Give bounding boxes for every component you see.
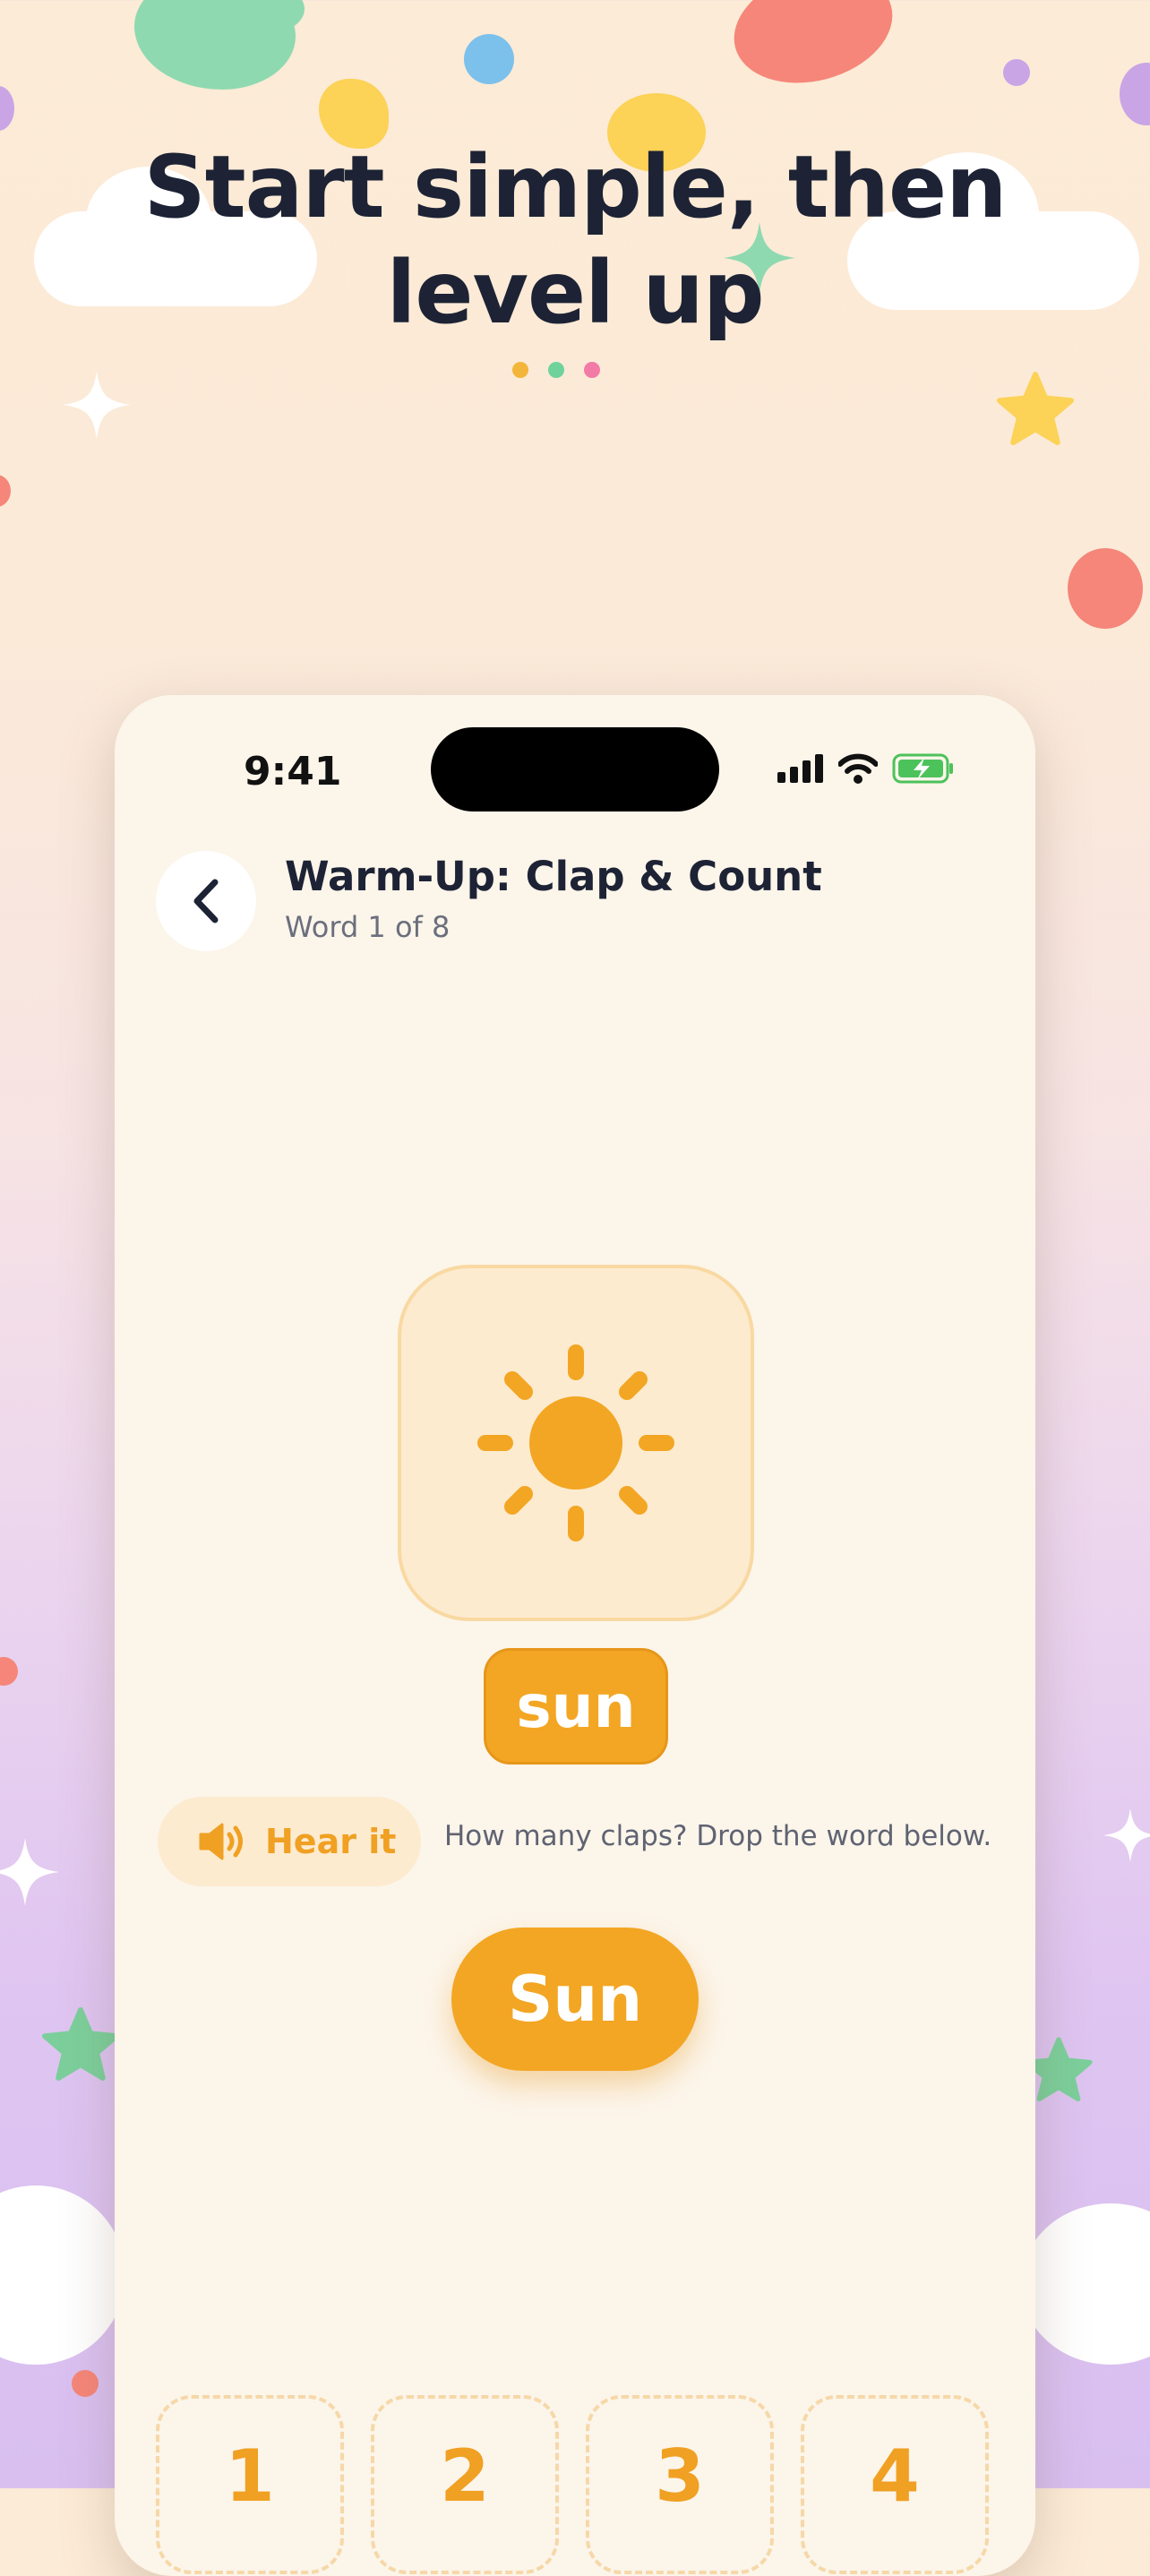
drop-slot-2[interactable]: 2	[371, 2395, 559, 2574]
decor-dot-red	[0, 475, 11, 507]
decor-blob-red	[721, 0, 905, 100]
hear-it-button[interactable]: Hear it	[158, 1797, 421, 1886]
star-yellow-icon	[997, 372, 1074, 445]
decor-blob-red	[1068, 548, 1143, 629]
chevron-left-icon	[193, 879, 219, 923]
decor-blob-purple	[1120, 63, 1150, 125]
instruction-text: How many claps? Drop the word below.	[444, 1820, 992, 1852]
decor-dot-red	[72, 2370, 99, 2397]
decor-dot-purple	[1003, 59, 1030, 86]
status-icons	[777, 752, 955, 785]
drop-slot-1[interactable]: 1	[156, 2395, 344, 2574]
star-green-icon	[42, 2007, 119, 2081]
hear-it-label: Hear it	[265, 1822, 397, 1861]
decor-dot-blue	[464, 34, 514, 84]
status-time: 9:41	[244, 749, 342, 794]
drop-slot-4[interactable]: 4	[801, 2395, 989, 2574]
phone-screen: 9:41 Warm-Up: Clap & Count Word 1 of 8 s…	[115, 695, 1035, 2576]
word-picture-card	[398, 1265, 754, 1621]
sun-icon	[477, 1344, 674, 1541]
page-headline: Start simple, then level up	[143, 137, 1008, 343]
dynamic-island	[431, 727, 719, 811]
lesson-progress: Word 1 of 8	[285, 910, 451, 944]
decor-cloud	[1021, 2203, 1150, 2365]
draggable-word-chip[interactable]: Sun	[451, 1928, 699, 2071]
back-button[interactable]	[156, 851, 256, 951]
sparkle-icon	[63, 371, 131, 439]
sparkle-icon	[1103, 1808, 1150, 1862]
decor-blob-purple	[0, 86, 14, 131]
sparkle-icon	[0, 1838, 59, 1906]
drop-target-row: 1 2 3 4	[156, 2395, 989, 2574]
battery-charging-icon	[892, 753, 953, 784]
cellular-signal-icon	[777, 754, 823, 783]
decor-dot-red	[0, 1657, 18, 1686]
decor-cloud	[0, 2185, 125, 2365]
headline-dots	[512, 362, 600, 378]
word-label: sun	[484, 1648, 668, 1765]
speaker-icon	[199, 1823, 243, 1860]
wifi-icon	[838, 753, 878, 784]
drop-slot-3[interactable]: 3	[586, 2395, 774, 2574]
lesson-title: Warm-Up: Clap & Count	[285, 853, 822, 900]
